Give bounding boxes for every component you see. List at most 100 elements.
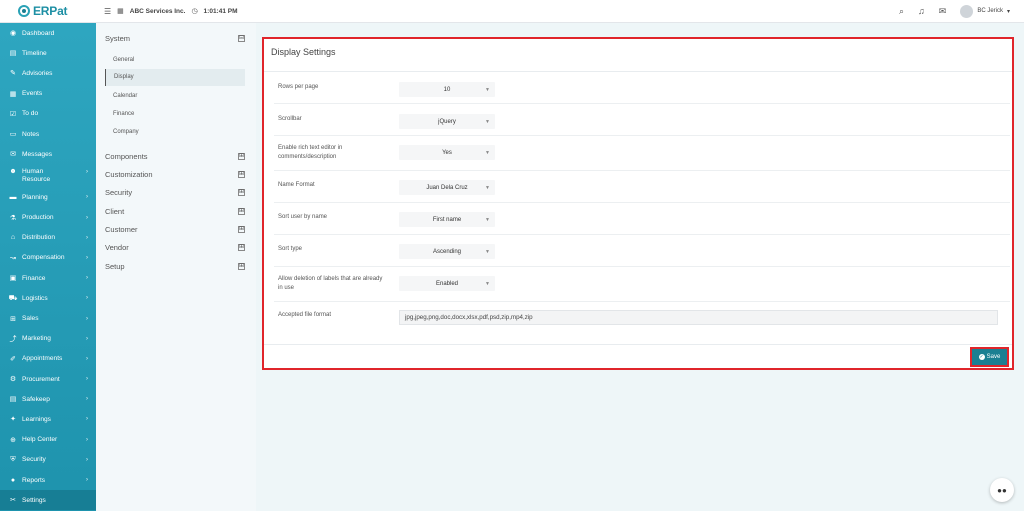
rows-per-page-select[interactable]: 10 ▼ [399,82,495,97]
mail-icon[interactable]: ✉ [939,6,947,17]
logo[interactable]: ERPat [0,0,96,23]
search-icon[interactable]: ⌕ [899,6,904,17]
user-menu[interactable]: BC Jerick ▾ [960,4,1010,18]
chat-icon[interactable]: ●● [990,478,1014,502]
settings-group-vendor[interactable]: Vendor [105,243,129,252]
sidebar-item-safekeep[interactable]: ▤ Safekeep › [0,389,96,409]
sidebar-item-label: Timeline [22,49,47,57]
settings-group-client[interactable]: Client [105,207,124,216]
chevron-down-icon: ▼ [485,118,490,125]
settings-group-setup[interactable]: Setup [105,262,125,271]
sidebar-item-dashboard[interactable]: ◉ Dashboard [0,23,96,43]
chevron-right-icon: › [86,254,88,261]
sidebar-item-appointments[interactable]: ✐ Appointments › [0,349,96,369]
sidebar-item-reports[interactable]: ● Reports › [0,470,96,490]
settings-group-customization[interactable]: Customization [105,170,153,179]
settings-item-finance[interactable]: Finance [105,106,245,123]
settings-item-company[interactable]: Company [105,124,245,141]
settings-group-system[interactable]: System [105,34,130,43]
chevron-right-icon: › [86,416,88,423]
settings-group-security[interactable]: Security [105,188,132,197]
chevron-down-icon: ▾ [1006,8,1010,15]
file-format-input[interactable]: jpg,jpeg,png,doc,docx,xlsx,pdf,psd,zip,m… [399,310,998,325]
sidebar-item-finance[interactable]: ▣ Finance › [0,268,96,288]
sidebar-item-human-resource[interactable]: ☻ Human Resource › [0,164,96,187]
sidebar-item-planning[interactable]: ▬ Planning › [0,187,96,207]
chevron-right-icon: › [86,275,88,282]
sidebar-item-sales[interactable]: ⊞ Sales › [0,308,96,328]
scrollbar-select[interactable]: jQuery ▼ [399,114,495,129]
logo-icon [18,5,30,17]
sidebar-icon: ⛟ [8,294,18,302]
sidebar-icon: ⚗ [9,214,17,222]
chevron-right-icon: › [86,355,88,362]
sidebar-item-advisories[interactable]: ✎ Advisories [0,63,96,83]
sidebar-item-messages[interactable]: ✉ Messages [0,144,96,164]
sidebar-item-events[interactable]: ▦ Events [0,84,96,104]
sidebar-item-learnings[interactable]: ✦ Learnings › [0,409,96,429]
sidebar-icon: ▣ [9,275,17,283]
collapse-icon[interactable]: ⊟ [238,35,245,42]
settings-item-calendar[interactable]: Calendar [105,88,245,105]
setting-row: Allow deletion of labels that are alread… [274,268,1010,302]
sidebar-item-notes[interactable]: ▭ Notes [0,124,96,144]
expand-icon[interactable]: ⊞ [238,244,245,251]
sidebar-item-marketing[interactable]: ⤴ Marketing › [0,329,96,349]
sidebar-item-production[interactable]: ⚗ Production › [0,208,96,228]
setting-label: Enable rich text editor in comments/desc… [278,145,343,160]
expand-icon[interactable]: ⊞ [238,226,245,233]
chevron-right-icon: › [86,169,88,176]
sidebar-item-distribution[interactable]: ⌂ Distribution › [0,228,96,248]
expand-icon[interactable]: ⊞ [238,189,245,196]
chevron-down-icon: ▼ [485,216,490,223]
save-button[interactable]: ✓ Save [970,347,1009,367]
sort-type-select[interactable]: Ascending ▼ [399,244,495,259]
sidebar-item-timeline[interactable]: ▤ Timeline [0,43,96,63]
sidebar-item-settings[interactable]: ✂ Settings [0,490,96,511]
sidebar-item-label: Safekeep [22,395,50,403]
sidebar-item-label: Events [22,90,43,98]
sidebar-item-logistics[interactable]: ⛟ Logistics › [0,288,96,308]
sidebar-icon: ✂ [10,497,16,505]
setting-row: Rows per page 10 ▼ [274,72,1010,104]
sidebar-item-label: Security [22,456,46,464]
menu-toggle-icon[interactable]: ☰ [104,7,111,16]
sidebar-item-compensation[interactable]: ↝ Compensation › [0,248,96,268]
sidebar-item-to-do[interactable]: ☑ To do [0,104,96,124]
rich-text-editor-select[interactable]: Yes ▼ [399,145,495,160]
expand-icon[interactable]: ⊞ [238,171,245,178]
label-deletion-select[interactable]: Enabled ▼ [399,276,495,291]
sidebar-icon: ✐ [10,355,16,363]
settings-item-general[interactable]: General [105,52,245,69]
bell-icon[interactable]: ♫ [918,6,925,16]
setting-label: Sort type [278,246,303,252]
chevron-right-icon: › [86,234,88,241]
sidebar-icon: ⚙ [9,376,17,384]
settings-item-display[interactable]: Display [105,69,245,86]
save-label: Save [986,354,1001,360]
settings-group-customer[interactable]: Customer [105,225,138,234]
sidebar-item-security[interactable]: ⛨ Security › [0,450,96,470]
sidebar-icon: ✉ [10,151,16,159]
sidebar-item-label: Sales [22,315,39,323]
name-format-select[interactable]: Juan Dela Cruz ▼ [399,180,495,195]
expand-icon[interactable]: ⊞ [238,208,245,215]
expand-icon[interactable]: ⊞ [238,153,245,160]
sort-user-select[interactable]: First name ▼ [399,212,495,227]
select-value: Yes [442,149,452,156]
setting-label: Name Format [278,182,315,188]
sidebar-item-label: Finance [22,274,46,282]
user-name: BC Jerick [977,8,1003,14]
select-value: jQuery [438,118,456,125]
sidebar-icon: ● [10,476,16,484]
clock-icon: ◷ [191,8,198,15]
sidebar-item-help-center[interactable]: ⊕ Help Center › [0,430,96,450]
expand-icon[interactable]: ⊞ [238,263,245,270]
settings-group-components[interactable]: Components [105,152,148,161]
chevron-down-icon: ▼ [485,149,490,156]
building-icon: ▦ [117,8,124,15]
sidebar-item-label: Notes [22,130,40,138]
sidebar-item-procurement[interactable]: ⚙ Procurement › [0,369,96,389]
chevron-down-icon: ▼ [485,184,490,191]
setting-label: Accepted file format [278,312,332,318]
